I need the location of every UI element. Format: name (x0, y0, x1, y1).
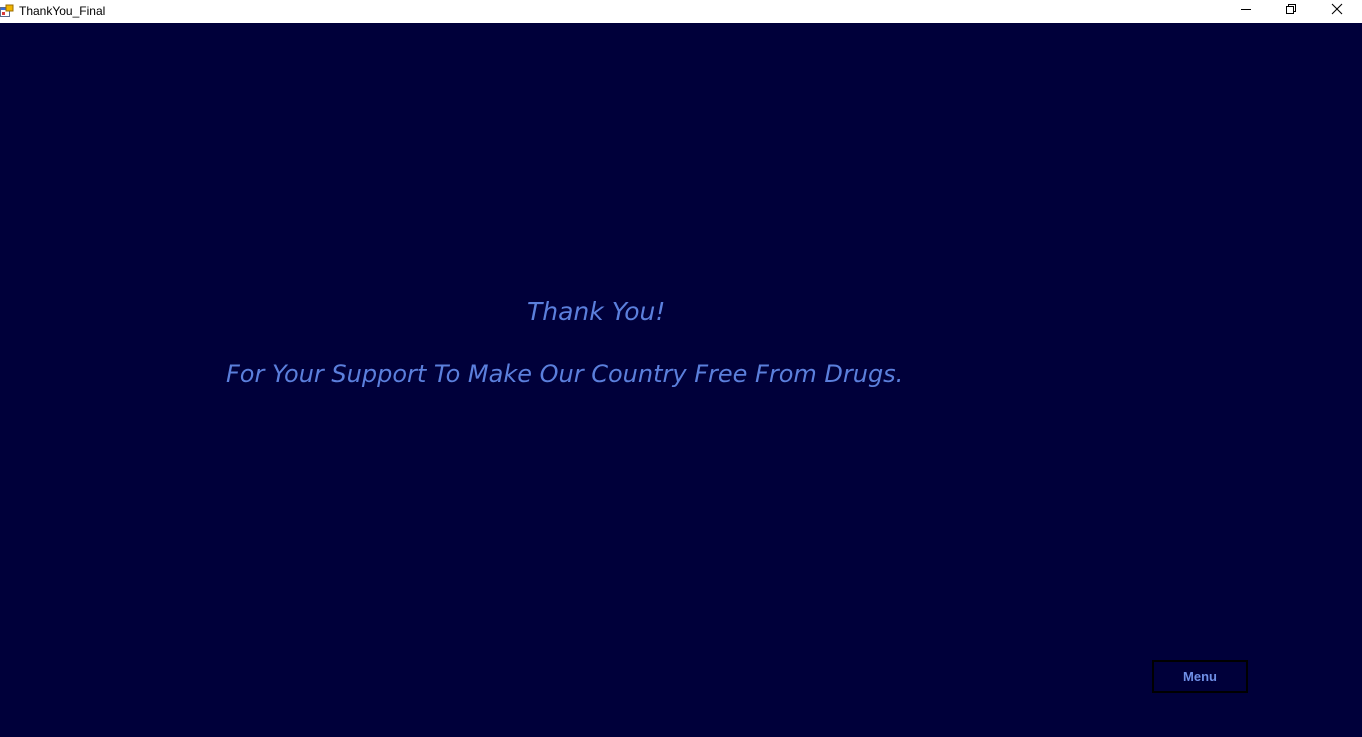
window-title: ThankYou_Final (19, 4, 106, 18)
menu-button[interactable]: Menu (1152, 660, 1248, 693)
close-button[interactable] (1314, 0, 1360, 22)
title-bar[interactable]: ThankYou_Final (0, 0, 1362, 23)
minimize-button[interactable] (1223, 0, 1269, 22)
app-window: ThankYou_Final Thank You! For Your Suppo… (0, 0, 1362, 737)
close-icon (1331, 2, 1343, 20)
restore-button[interactable] (1268, 0, 1314, 22)
restore-icon (1285, 2, 1297, 20)
form-body: Thank You! For Your Support To Make Our … (0, 23, 1362, 737)
minimize-icon (1240, 2, 1252, 20)
app-form-icon[interactable] (0, 4, 14, 18)
support-message: For Your Support To Make Our Country Fre… (226, 360, 904, 388)
thank-you-heading: Thank You! (527, 297, 666, 326)
